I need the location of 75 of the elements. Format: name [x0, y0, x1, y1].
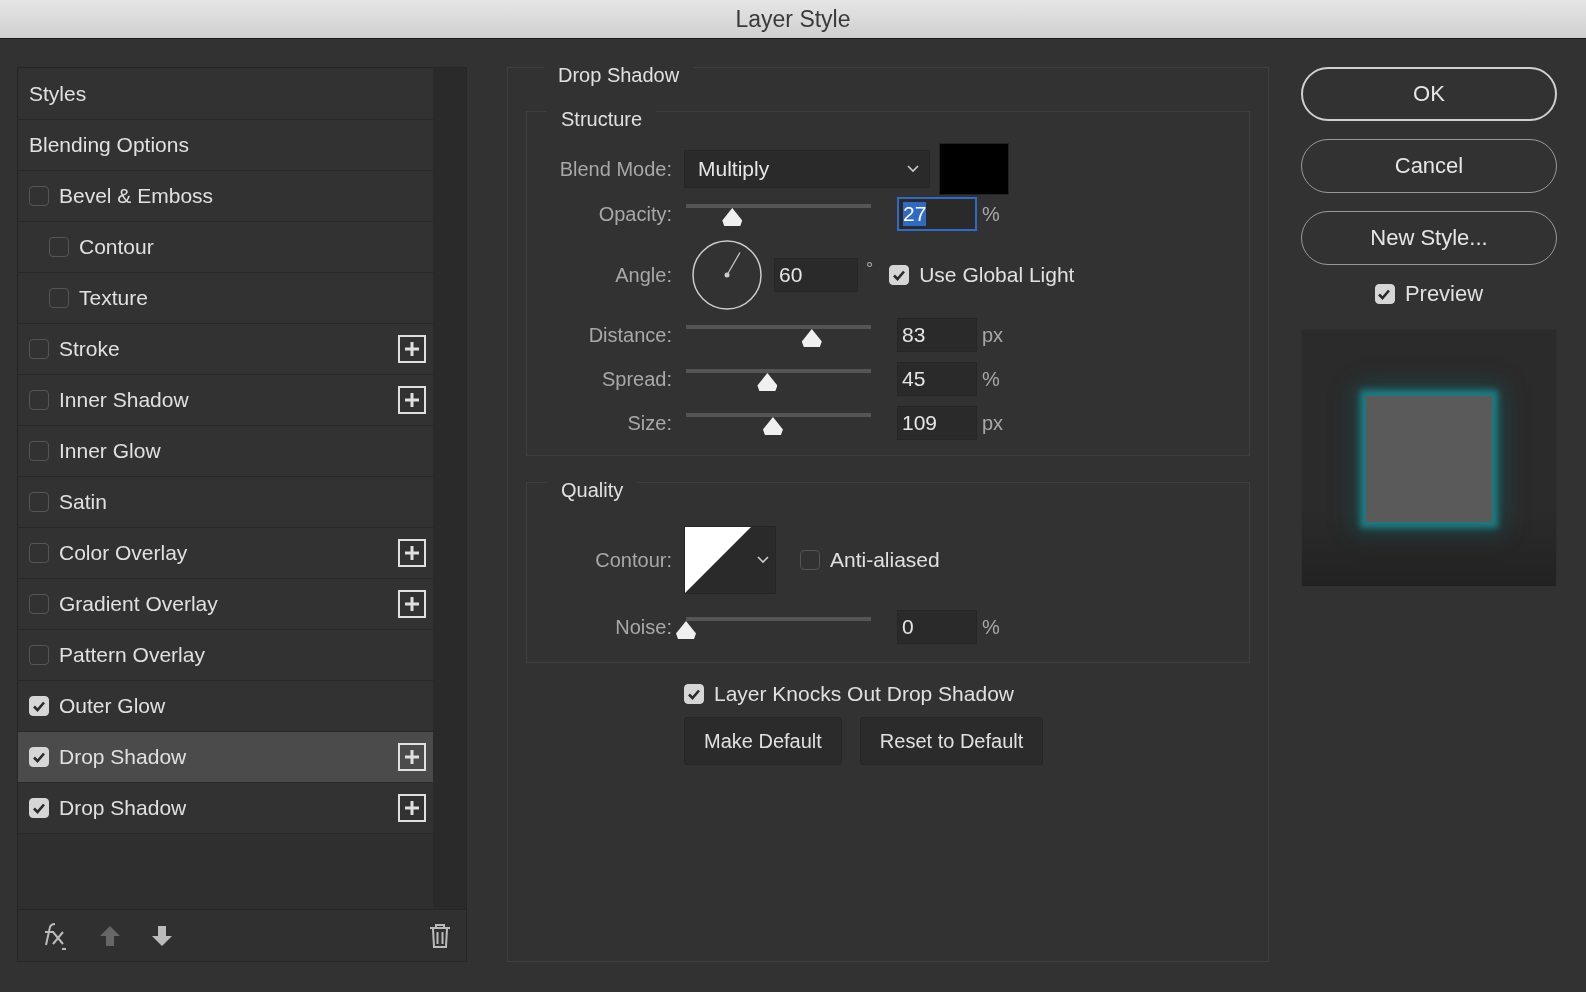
field-label: Blend Mode: — [558, 157, 672, 181]
down-arrow-icon[interactable] — [150, 923, 174, 948]
style-label: Outer Glow — [59, 694, 167, 718]
slider-thumb[interactable] — [762, 417, 783, 435]
checkbox[interactable] — [49, 237, 69, 257]
checkbox[interactable] — [29, 339, 49, 359]
style-label: Stroke — [59, 337, 121, 361]
style-label: Satin — [59, 490, 108, 514]
default-button[interactable]: Make Default — [684, 717, 842, 765]
unit-label: % — [982, 202, 1000, 226]
value-field[interactable]: 0 — [897, 610, 977, 644]
slider-thumb[interactable] — [801, 329, 822, 347]
checkbox-label: Preview — [1404, 281, 1484, 307]
dialog-button[interactable]: OK — [1301, 67, 1557, 121]
style-label: Contour — [79, 235, 155, 259]
angle-field[interactable]: 60 — [774, 258, 858, 292]
unit-label: % — [982, 615, 1000, 639]
style-label: Drop Shadow — [59, 745, 188, 769]
field-label: Noise: — [614, 615, 672, 639]
window-title: Layer Style — [735, 5, 851, 33]
unit-label: % — [982, 367, 1000, 391]
style-label: Drop Shadow — [59, 796, 188, 820]
checkbox[interactable] — [29, 492, 49, 512]
style-label: Pattern Overlay — [59, 643, 206, 667]
blend-mode-dropdown[interactable]: Multiply — [684, 150, 930, 188]
add-icon[interactable] — [398, 590, 426, 618]
checkbox-label: Layer Knocks Out Drop Shadow — [714, 682, 1014, 706]
trash-icon[interactable] — [428, 922, 452, 949]
style-label: Texture — [79, 286, 149, 310]
field-label: Spread: — [600, 367, 672, 391]
slider-thumb[interactable] — [757, 373, 778, 391]
value-field[interactable]: 45 — [897, 362, 977, 396]
checkbox[interactable] — [29, 645, 49, 665]
field-label: Size: — [626, 411, 672, 435]
checkbox[interactable] — [29, 543, 49, 563]
angle-dial[interactable] — [691, 239, 763, 311]
style-label: Inner Glow — [59, 439, 162, 463]
add-icon[interactable] — [398, 539, 426, 567]
field-label: Opacity: — [597, 202, 672, 226]
chevron-down-icon — [757, 556, 769, 564]
add-icon[interactable] — [398, 743, 426, 771]
slider-thumb[interactable] — [676, 621, 696, 639]
style-label: Color Overlay — [59, 541, 189, 565]
chevron-down-icon — [907, 165, 919, 173]
add-icon[interactable] — [398, 386, 426, 414]
add-icon[interactable] — [398, 335, 426, 363]
checkbox[interactable] — [49, 288, 69, 308]
style-label: Inner Shadow — [59, 388, 190, 412]
opacity-field[interactable]: 27 — [897, 197, 977, 231]
checkbox[interactable] — [29, 594, 49, 614]
unit-label: px — [982, 411, 1004, 435]
checkbox[interactable] — [29, 186, 49, 206]
contour-picker[interactable] — [684, 526, 776, 594]
checkbox[interactable] — [29, 441, 49, 461]
unit-label: ° — [866, 259, 874, 280]
unit-label: px — [982, 323, 1004, 347]
selected-text: 27 — [903, 202, 927, 226]
add-icon[interactable] — [398, 794, 426, 822]
checkbox-label: Anti-aliased — [830, 548, 940, 572]
checkbox[interactable] — [800, 550, 820, 570]
color-swatch[interactable] — [939, 143, 1009, 195]
style-label: Bevel & Emboss — [59, 184, 215, 208]
slider-thumb[interactable] — [722, 208, 743, 226]
value-field[interactable]: 83 — [897, 318, 977, 352]
checkbox-label: Use Global Light — [919, 263, 1075, 287]
section-title: Drop Shadow — [544, 64, 694, 87]
style-list-item[interactable]: Drop Shadow — [18, 732, 433, 783]
field-label: Distance: — [587, 323, 672, 347]
group-title: Quality — [547, 479, 638, 502]
style-label: Gradient Overlay — [59, 592, 219, 616]
field-label: Contour: — [594, 548, 672, 572]
field-label: Angle: — [614, 263, 672, 287]
value-field[interactable]: 109 — [897, 406, 977, 440]
checkbox[interactable] — [29, 390, 49, 410]
default-button[interactable]: Reset to Default — [859, 717, 1044, 765]
